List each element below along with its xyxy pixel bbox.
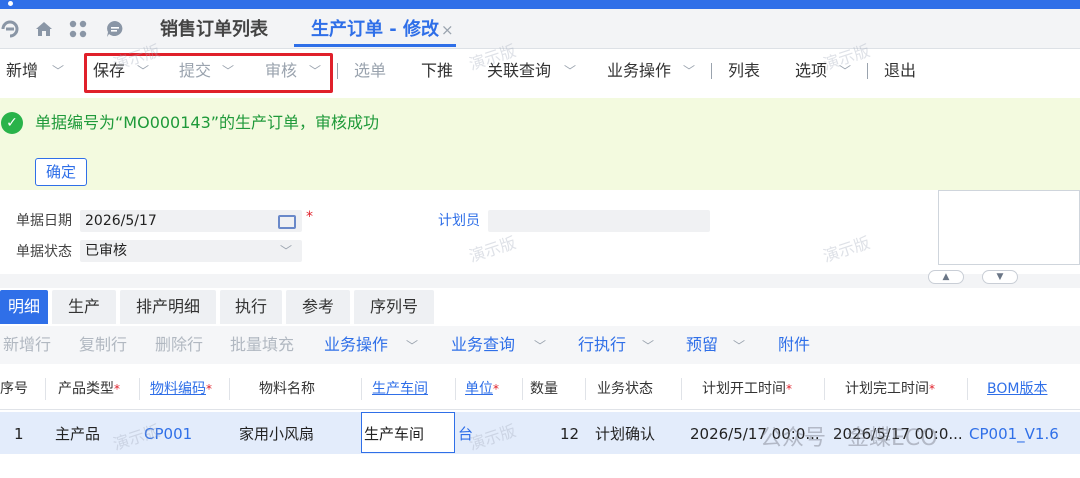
banner-message: 单据编号为“MO000143”的生产订单，审核成功 [35,113,380,132]
table-header: 序号 产品类型* 物料编码* 物料名称 生产车间 单位* 数量 业务状态 计划开… [0,368,1080,410]
col-bom-version[interactable]: BOM版本 [987,379,1047,399]
tab-detail[interactable]: 明细 [0,290,48,324]
add-row-button[interactable]: 新增行 [3,334,51,356]
success-banner: ✓ 单据编号为“MO000143”的生产订单，审核成功 确定 [0,98,1080,196]
push-down-button[interactable]: 下推 [421,60,453,82]
tab-scheduling-detail[interactable]: 排产明细 [120,290,216,324]
cell-unit[interactable]: 台 [458,424,473,444]
attachment-button[interactable]: 附件 [778,334,810,356]
col-material-name: 物料名称 [259,381,315,397]
col-divider [45,378,46,400]
col-qty: 数量 [530,381,558,397]
bill-date-label: 单据日期 [16,213,72,229]
col-material-code[interactable]: 物料编码* [150,379,212,399]
bill-status-select[interactable]: 已审核 [80,240,302,262]
chevron-down-icon[interactable]: ﹀ [280,241,292,261]
list-button[interactable]: 列表 [728,60,760,82]
col-divider [361,378,362,400]
cell-seq: 1 [14,425,24,443]
select-bill-button[interactable]: 选单 [354,60,386,82]
col-divider [681,378,682,400]
chevron-down-icon[interactable]: ﹀ [733,336,745,356]
planner-label[interactable]: 计划员 [438,211,480,231]
business-query-button[interactable]: 业务查询 [451,334,515,356]
business-ops-button[interactable]: 业务操作 [607,60,671,82]
col-biz-status: 业务状态 [597,381,653,397]
cell-biz-status: 计划确认 [595,425,656,443]
col-product-type[interactable]: 产品类型* [58,379,120,399]
tab-serial-number[interactable]: 序列号 [354,290,434,324]
highlight-annotation-box [84,53,333,93]
chevron-down-icon[interactable]: ﹀ [642,336,654,356]
related-query-button[interactable]: 关联查询 [487,60,551,82]
options-button[interactable]: 选项 [795,60,827,82]
tab-bar: 销售订单列表 生产订单 - 修改 × [0,9,1080,49]
chat-icon[interactable] [105,19,125,39]
success-check-icon: ✓ [1,112,23,134]
tab-execution[interactable]: 执行 [220,290,282,324]
toolbar-divider [711,63,712,79]
new-button[interactable]: 新增 [6,60,38,82]
col-divider [229,378,230,400]
chevron-down-icon[interactable]: ﹀ [839,61,851,81]
detail-tab-bar: 明细 生产 排产明细 执行 参考 序列号 [0,290,1080,324]
home-icon[interactable] [34,19,54,39]
col-divider [139,378,140,400]
tab-reference[interactable]: 参考 [286,290,350,324]
cell-product-type[interactable]: 主产品 [55,424,100,444]
chevron-down-icon[interactable]: ﹀ [683,61,695,81]
reserve-button[interactable]: 预留 [686,334,718,356]
delete-row-button[interactable]: 删除行 [155,334,203,356]
col-divider [585,378,586,400]
cell-qty[interactable]: 12 [560,424,579,444]
col-divider [522,378,523,400]
bill-date-field[interactable]: 2026/5/17 [80,210,302,232]
remark-textarea[interactable] [938,190,1080,265]
chevron-down-icon[interactable]: ﹀ [52,61,64,81]
col-plan-start: 计划开工时间* [702,381,792,397]
col-divider [455,378,456,400]
col-plan-end: 计划完工时间* [845,381,935,397]
col-seq: 序号 [0,381,28,397]
close-tab-icon[interactable]: × [441,20,454,40]
overlay-watermark: 公众号 · 金蝶ECO [760,426,938,451]
cell-material-code[interactable]: CP001 [144,424,192,444]
apps-icon[interactable] [68,19,88,39]
required-marker: * [306,209,313,225]
cell-workshop[interactable]: 生产车间 [364,424,424,444]
col-divider [824,378,825,400]
toolbar-divider [337,63,338,79]
logo-icon[interactable] [0,19,20,39]
cell-material-name: 家用小风扇 [239,425,315,443]
window-dot [8,1,13,6]
toolbar-divider [867,63,868,79]
col-unit[interactable]: 单位* [465,379,499,399]
tab-production[interactable]: 生产 [52,290,116,324]
chevron-down-icon[interactable]: ﹀ [406,336,418,356]
batch-fill-button[interactable]: 批量填充 [230,334,294,356]
collapse-up-icon[interactable]: ▲ [928,270,964,284]
row-toolbar: 新增行 复制行 删除行 批量填充 业务操作 ﹀ 业务查询 ﹀ 行执行 ﹀ 预留 … [0,326,1080,364]
header-form [0,196,1080,274]
section-divider [0,274,1080,288]
tab-sales-order-list[interactable]: 销售订单列表 [160,18,268,42]
row-execute-button[interactable]: 行执行 [578,334,626,356]
confirm-button[interactable]: 确定 [35,158,87,186]
calendar-icon[interactable] [278,215,296,229]
planner-field[interactable] [488,210,710,232]
exit-button[interactable]: 退出 [884,60,916,82]
bill-status-label: 单据状态 [16,244,72,260]
cell-bom-version[interactable]: CP001_V1.6 [969,424,1079,444]
copy-row-button[interactable]: 复制行 [79,334,127,356]
chevron-down-icon[interactable]: ﹀ [564,61,576,81]
top-accent-bar [0,0,1080,9]
row-business-ops-button[interactable]: 业务操作 [324,334,388,356]
col-divider [967,378,968,400]
chevron-down-icon[interactable]: ﹀ [534,336,546,356]
col-workshop[interactable]: 生产车间 [372,379,428,399]
expand-down-icon[interactable]: ▼ [982,270,1018,284]
tab-production-order-edit[interactable]: 生产订单 - 修改 [311,18,439,42]
active-tab-indicator [294,44,456,47]
